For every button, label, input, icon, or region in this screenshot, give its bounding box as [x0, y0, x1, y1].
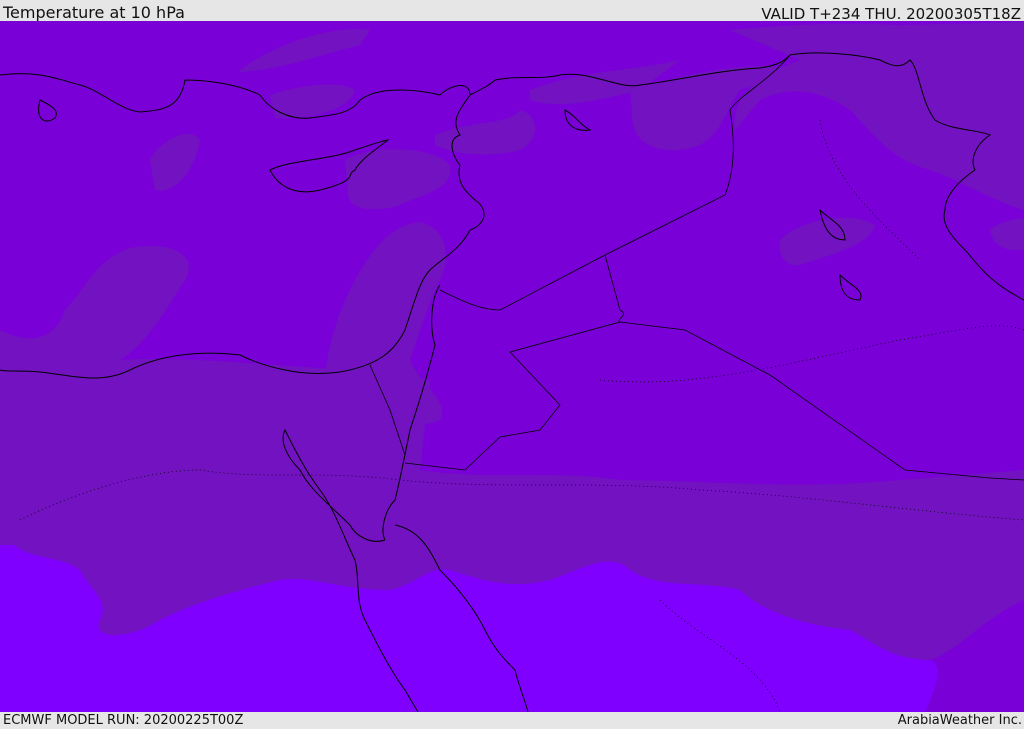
- model-run: ECMWF MODEL RUN: 20200225T00Z: [3, 713, 244, 728]
- header-bar: Temperature at 10 hPa VALID T+234 THU. 2…: [0, 0, 1024, 23]
- map-title: Temperature at 10 hPa: [3, 3, 185, 22]
- footer-bar: ECMWF MODEL RUN: 20200225T00Z ArabiaWeat…: [0, 712, 1024, 729]
- credit: ArabiaWeather Inc.: [897, 713, 1022, 728]
- temperature-map: [0, 21, 1024, 712]
